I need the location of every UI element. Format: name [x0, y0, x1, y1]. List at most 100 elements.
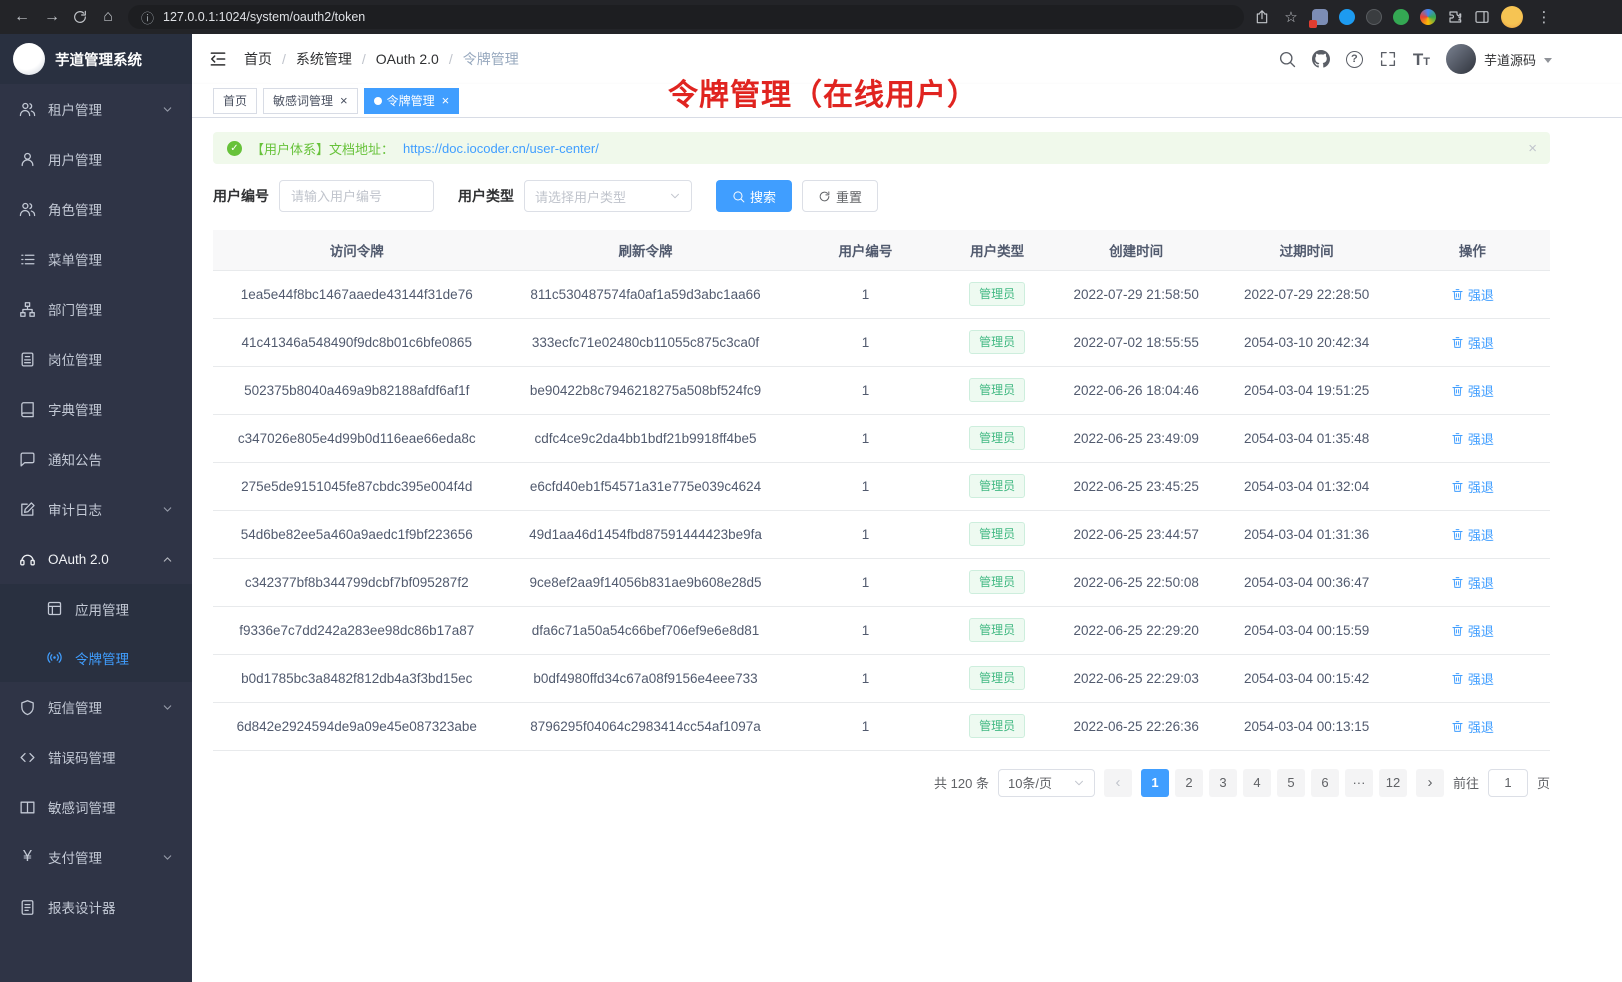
close-icon[interactable]: ×	[340, 94, 348, 107]
sidebar-item-post[interactable]: 岗位管理	[0, 334, 192, 384]
sidebar-item-sms[interactable]: 短信管理	[0, 682, 192, 732]
font-size-icon[interactable]: TT	[1413, 51, 1430, 68]
sidebar-item-error-code[interactable]: 错误码管理	[0, 732, 192, 782]
goto-page-input[interactable]	[1488, 769, 1528, 797]
sidebar-item-report-designer[interactable]: 报表设计器	[0, 882, 192, 932]
forward-button[interactable]: →	[42, 9, 62, 25]
extension-icon-3[interactable]	[1366, 9, 1382, 25]
page-button-2[interactable]: 2	[1175, 769, 1203, 797]
caret-down-icon	[1544, 58, 1552, 63]
delete-icon	[1451, 288, 1464, 301]
sidebar-item-audit-log[interactable]: 审计日志	[0, 484, 192, 534]
sidebar-item-oauth2-app[interactable]: 应用管理	[0, 584, 192, 633]
chevron-down-icon	[162, 104, 173, 115]
chevron-down-icon	[162, 852, 173, 863]
user-menu[interactable]: 芋道源码	[1446, 44, 1552, 74]
page-button-1[interactable]: 1	[1141, 769, 1169, 797]
force-logout-button[interactable]: 强退	[1451, 669, 1494, 688]
force-logout-button[interactable]: 强退	[1451, 429, 1494, 448]
delete-icon	[1451, 528, 1464, 541]
breadcrumb-oauth2[interactable]: OAuth 2.0	[376, 51, 439, 67]
extension-icon-2[interactable]	[1339, 9, 1355, 25]
force-logout-button[interactable]: 强退	[1451, 573, 1494, 592]
extensions-puzzle-icon[interactable]	[1447, 9, 1463, 25]
extension-icon-5[interactable]	[1420, 9, 1436, 25]
search-button[interactable]: 搜索	[716, 180, 792, 212]
app-logo[interactable]: 芋道管理系统	[0, 34, 192, 84]
page-button-5[interactable]: 5	[1277, 769, 1305, 797]
browser-menu-icon[interactable]: ⋮	[1534, 10, 1554, 25]
browser-profile-avatar[interactable]	[1501, 6, 1523, 28]
cell-actions: 强退	[1395, 510, 1550, 558]
page-size-select[interactable]: 10条/页	[998, 769, 1095, 797]
side-panel-icon[interactable]	[1474, 9, 1490, 25]
user-type-select[interactable]: 请选择用户类型	[524, 180, 692, 212]
sidebar-item-tenant[interactable]: 租户管理	[0, 84, 192, 134]
sidebar-item-oauth2[interactable]: OAuth 2.0	[0, 534, 192, 584]
sidebar-item-dict[interactable]: 字典管理	[0, 384, 192, 434]
sidebar-item-oauth2-token[interactable]: 令牌管理	[0, 633, 192, 682]
close-icon[interactable]: ×	[442, 94, 450, 107]
doc-link[interactable]: https://doc.iocoder.cn/user-center/	[403, 141, 599, 156]
fullscreen-icon[interactable]	[1379, 50, 1397, 68]
force-logout-button[interactable]: 强退	[1451, 477, 1494, 496]
broadcast-icon	[46, 649, 63, 666]
force-logout-button[interactable]: 强退	[1451, 717, 1494, 736]
force-logout-label: 强退	[1468, 573, 1494, 592]
sidebar-item-notice[interactable]: 通知公告	[0, 434, 192, 484]
tab-home[interactable]: 首页	[213, 88, 257, 114]
sidebar-toggle-icon[interactable]	[208, 49, 228, 69]
breadcrumb-system[interactable]: 系统管理	[296, 49, 352, 69]
cell-expire-time: 2054-03-10 20:42:34	[1218, 318, 1394, 366]
user-id-input[interactable]	[279, 180, 434, 212]
search-icon[interactable]	[1278, 50, 1296, 68]
sidebar-item-sensitive-word[interactable]: 敏感词管理	[0, 782, 192, 832]
force-logout-button[interactable]: 强退	[1451, 381, 1494, 400]
force-logout-button[interactable]: 强退	[1451, 525, 1494, 544]
cell-user-id: 1	[791, 654, 941, 702]
page-size-value: 10条/页	[1008, 773, 1052, 792]
cell-create-time: 2022-06-25 22:50:08	[1054, 558, 1218, 606]
cell-refresh-token: 9ce8ef2aa9f14056b831ae9b608e28d5	[500, 558, 790, 606]
github-icon[interactable]	[1312, 50, 1330, 68]
sidebar-item-user[interactable]: 用户管理	[0, 134, 192, 184]
force-logout-button[interactable]: 强退	[1451, 285, 1494, 304]
reset-button[interactable]: 重置	[802, 180, 878, 212]
help-icon[interactable]: ?	[1346, 51, 1363, 68]
extension-icon-1[interactable]	[1312, 9, 1328, 25]
sidebar-item-role[interactable]: 角色管理	[0, 184, 192, 234]
force-logout-button[interactable]: 强退	[1451, 621, 1494, 640]
table-row: f9336e7c7dd242a283ee98dc86b17a87 dfa6c71…	[213, 606, 1550, 654]
sidebar-item-menu[interactable]: 菜单管理	[0, 234, 192, 284]
more-pages-button[interactable]: ···	[1345, 769, 1373, 797]
share-icon[interactable]	[1254, 9, 1270, 25]
column-header-expire-time: 过期时间	[1218, 230, 1394, 270]
page-button-6[interactable]: 6	[1311, 769, 1339, 797]
home-button[interactable]: ⌂	[98, 9, 118, 25]
tab-token[interactable]: 令牌管理 ×	[364, 88, 460, 114]
cell-refresh-token: 49d1aa46d1454fbd87591444423be9fa	[500, 510, 790, 558]
extension-icon-4[interactable]	[1393, 9, 1409, 25]
next-page-button[interactable]: ›	[1416, 769, 1444, 797]
tab-sensitive-word[interactable]: 敏感词管理 ×	[263, 88, 358, 114]
shield-icon	[19, 699, 36, 716]
breadcrumb-home[interactable]: 首页	[244, 49, 272, 69]
force-logout-button[interactable]: 强退	[1451, 333, 1494, 352]
back-button[interactable]: ←	[12, 9, 32, 25]
sidebar-item-pay[interactable]: ¥ 支付管理	[0, 832, 192, 882]
page-button-3[interactable]: 3	[1209, 769, 1237, 797]
sidebar-item-dept[interactable]: 部门管理	[0, 284, 192, 334]
page-button-12[interactable]: 12	[1379, 769, 1407, 797]
cell-refresh-token: 811c530487574fa0af1a59d3abc1aa66	[500, 270, 790, 318]
cell-create-time: 2022-06-25 22:29:20	[1054, 606, 1218, 654]
reload-button[interactable]	[72, 9, 88, 25]
page-button-4[interactable]: 4	[1243, 769, 1271, 797]
prev-page-button[interactable]: ‹	[1104, 769, 1132, 797]
url-bar[interactable]: ⓘ 127.0.0.1:1024/system/oauth2/token	[128, 5, 1244, 29]
site-info-icon[interactable]: ⓘ	[141, 8, 154, 27]
book-icon	[19, 401, 36, 418]
bookmark-star-icon[interactable]: ☆	[1281, 10, 1301, 25]
alert-close-icon[interactable]: ×	[1528, 140, 1537, 157]
cell-create-time: 2022-06-25 23:45:25	[1054, 462, 1218, 510]
cell-user-type: 管理员	[940, 702, 1054, 750]
